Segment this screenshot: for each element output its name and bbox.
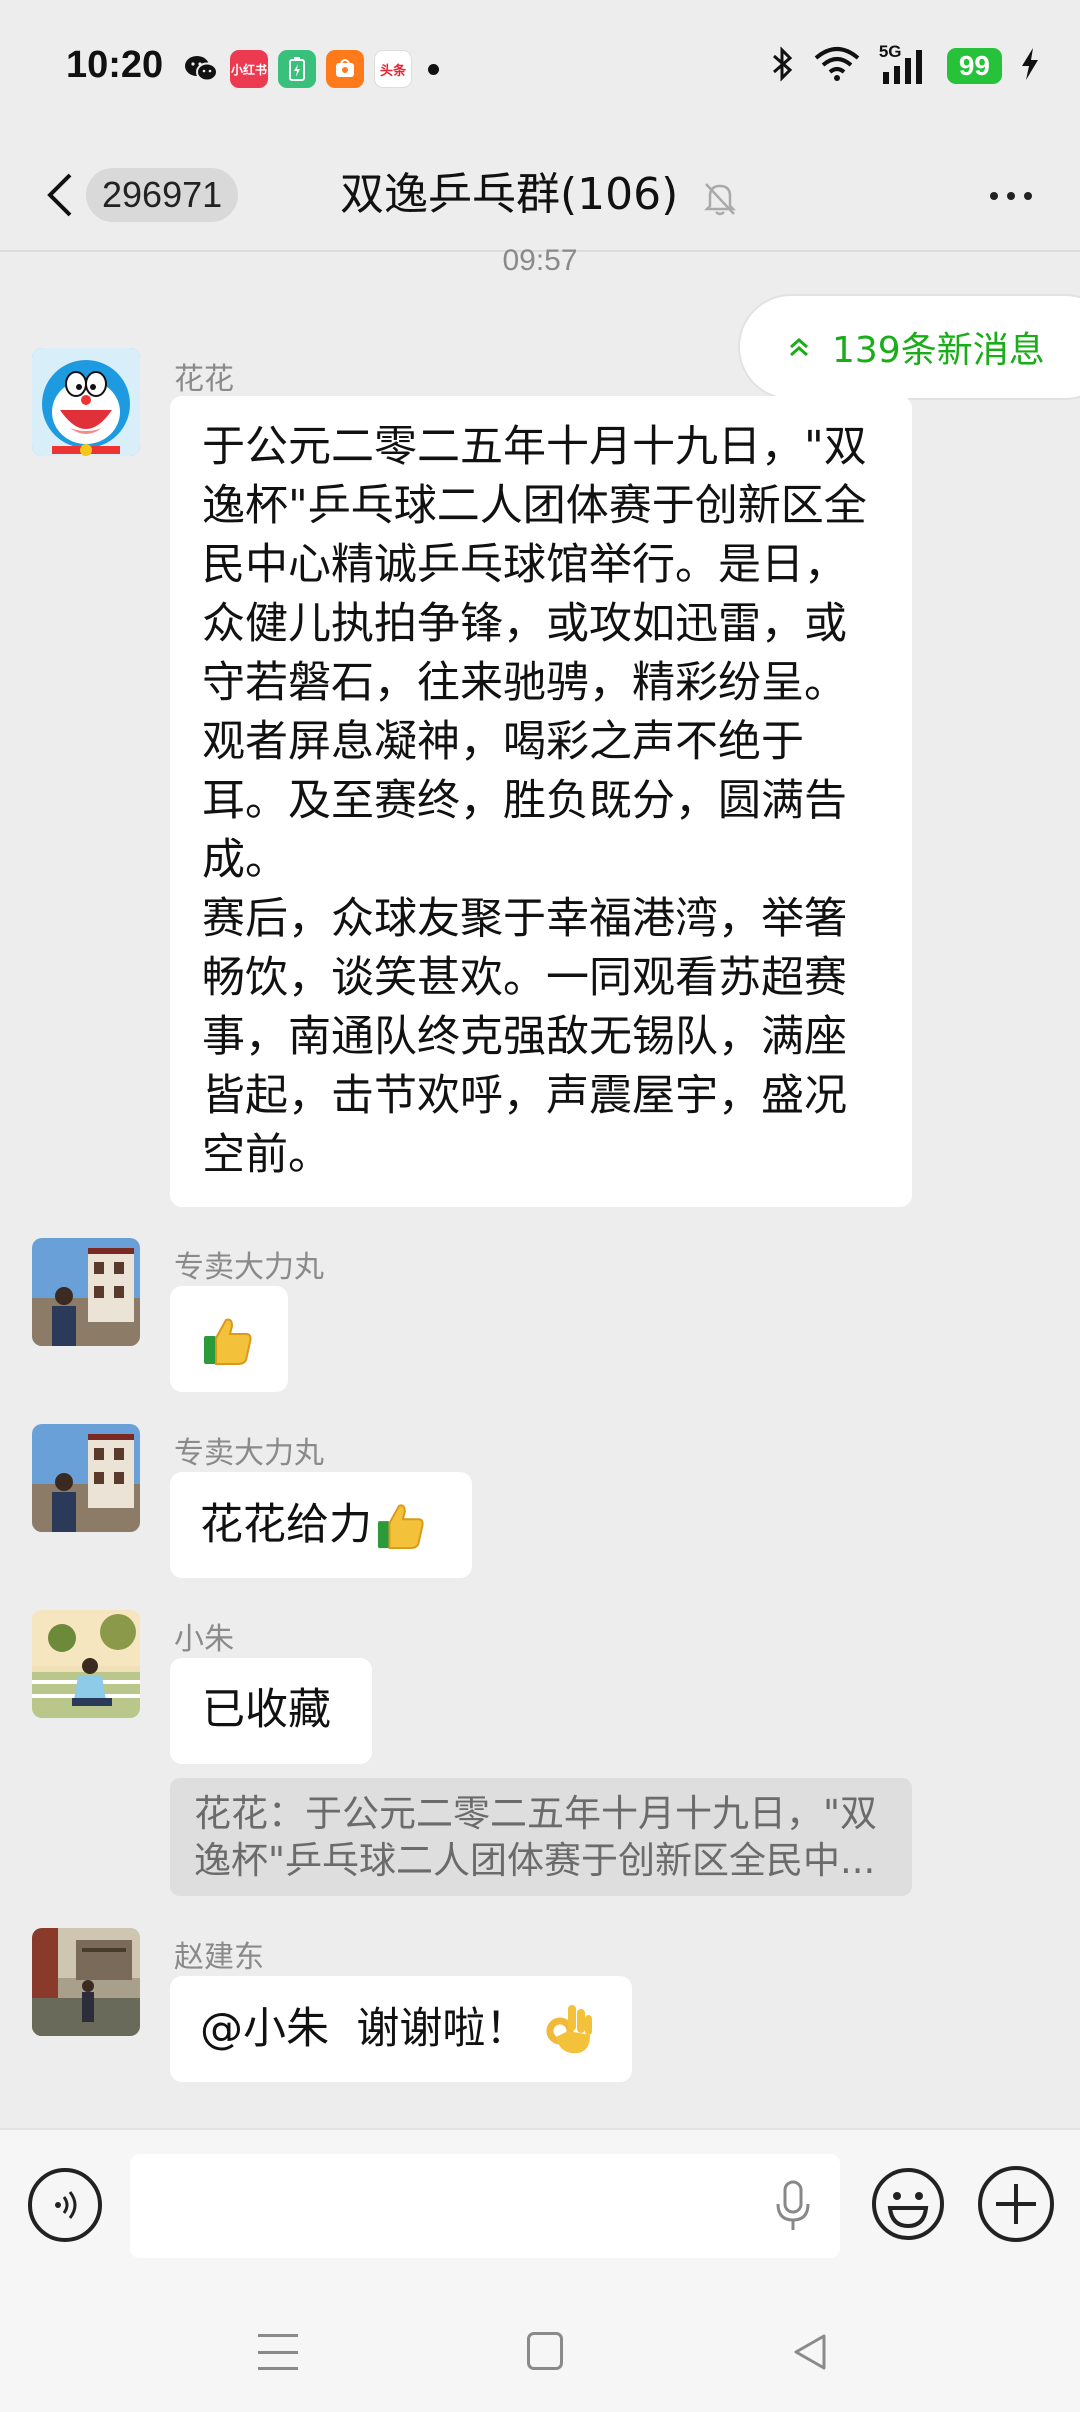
status-time: 10:20	[66, 44, 164, 86]
double-chevron-up-icon	[790, 338, 808, 357]
sender-name: 小朱	[174, 1622, 234, 1657]
chat-screen: 10:20 小红书 头条 5G 99 296971 双逸乒乓群(106) 09:…	[0, 0, 1080, 2412]
battery-level: 99	[946, 48, 1002, 84]
more-dot	[1007, 192, 1015, 200]
menu-line	[258, 2367, 298, 2370]
back-button[interactable]	[34, 160, 84, 230]
bluetooth-icon	[771, 46, 795, 86]
more-notifications-dot	[428, 63, 439, 75]
triangle-back-icon	[794, 2334, 826, 2370]
chat-header: 296971 双逸乒乓群(106)	[0, 140, 1080, 250]
message-input[interactable]	[130, 2154, 840, 2258]
voice-input-button[interactable]	[28, 2168, 102, 2242]
sender-name: 花花	[174, 362, 234, 397]
mute-bell-icon	[700, 178, 740, 222]
person-photo-avatar-icon	[32, 1424, 140, 1532]
person-photo-avatar-icon	[32, 1238, 140, 1346]
avatar[interactable]	[32, 1238, 140, 1346]
ok-hand-icon	[546, 2005, 593, 2054]
notification-icons: 小红书 头条	[182, 50, 439, 88]
menu-line	[258, 2350, 298, 2354]
more-options-button[interactable]	[976, 166, 1046, 226]
system-back-button[interactable]	[790, 2332, 830, 2376]
avatar[interactable]	[32, 1424, 140, 1532]
message-bubble[interactable]: 于公元二零二五年十月十九日，"双逸杯"乒乓球二人团体赛于创新区全民中心精诚乒乓球…	[170, 396, 912, 1207]
message-text: @小朱 谢谢啦！	[200, 2003, 529, 2054]
message-text: 于公元二零二五年十月十九日，"双逸杯"乒乓球二人团体赛于创新区全民中心精诚乒乓球…	[202, 422, 867, 885]
wechat-icon	[182, 50, 220, 88]
message-text: 花花给力	[200, 1499, 372, 1550]
quoted-message[interactable]: 花花：于公元二零二五年十月十九日，"双逸杯"乒乓球二人团体赛于创新区全民中...	[170, 1778, 912, 1896]
system-navigation-bar	[0, 2300, 1080, 2412]
sender-name: 专卖大力丸	[174, 1250, 324, 1285]
avatar[interactable]	[32, 1610, 140, 1718]
smiley-face-icon	[872, 2168, 944, 2240]
person-photo-avatar-icon	[32, 1928, 140, 2036]
message-bubble[interactable]: @小朱 谢谢啦！	[170, 1976, 632, 2082]
avatar[interactable]	[32, 348, 140, 456]
message-bubble[interactable]: 花花给力	[170, 1472, 472, 1578]
message-text: 已收藏	[202, 1685, 331, 1735]
taobao-icon	[326, 50, 364, 88]
sender-name: 专卖大力丸	[174, 1436, 324, 1471]
person-photo-avatar-icon	[32, 1610, 140, 1718]
more-dot	[1024, 192, 1032, 200]
thumbs-up-icon	[204, 1318, 252, 1365]
avatar[interactable]	[32, 1928, 140, 2036]
charging-icon	[1020, 47, 1040, 85]
thumbs-up-icon	[377, 1504, 424, 1550]
battery-app-icon	[278, 50, 316, 88]
menu-line	[258, 2334, 298, 2337]
message-bubble[interactable]	[170, 1286, 288, 1392]
new-messages-button[interactable]: 139条新消息	[738, 294, 1080, 400]
sender-name: 赵建东	[174, 1940, 264, 1975]
message-text: 赛后，众球友聚于幸福港湾，举箸畅饮，谈笑甚欢。一同观看苏超赛事，南通队终克强敌无…	[202, 894, 847, 1180]
plus-button[interactable]	[978, 2166, 1054, 2242]
voice-waves-icon	[55, 2191, 77, 2219]
chat-title: 双逸乒乓群(106)	[340, 169, 679, 220]
message-timestamp: 09:57	[502, 244, 578, 277]
microphone-button[interactable]	[768, 2174, 818, 2238]
recent-apps-button[interactable]	[258, 2334, 298, 2370]
message-bubble[interactable]: 已收藏	[170, 1658, 372, 1764]
unread-count-badge[interactable]: 296971	[86, 168, 239, 222]
cellular-signal-icon: 5G	[879, 42, 929, 86]
microphone-icon	[776, 2180, 810, 2230]
toutiao-icon: 头条	[374, 50, 412, 88]
emoji-button[interactable]	[870, 2166, 946, 2242]
home-button[interactable]	[527, 2332, 563, 2370]
chevron-left-icon	[47, 173, 72, 217]
xiaohongshu-icon: 小红书	[230, 50, 268, 88]
new-messages-label: 139条新消息	[832, 330, 1045, 371]
status-bar: 10:20 小红书 头条 5G 99	[0, 0, 1080, 140]
more-dot	[990, 192, 998, 200]
status-right-icons: 5G 99	[771, 42, 1040, 86]
wifi-icon	[813, 46, 861, 86]
doraemon-avatar-icon	[32, 348, 140, 456]
